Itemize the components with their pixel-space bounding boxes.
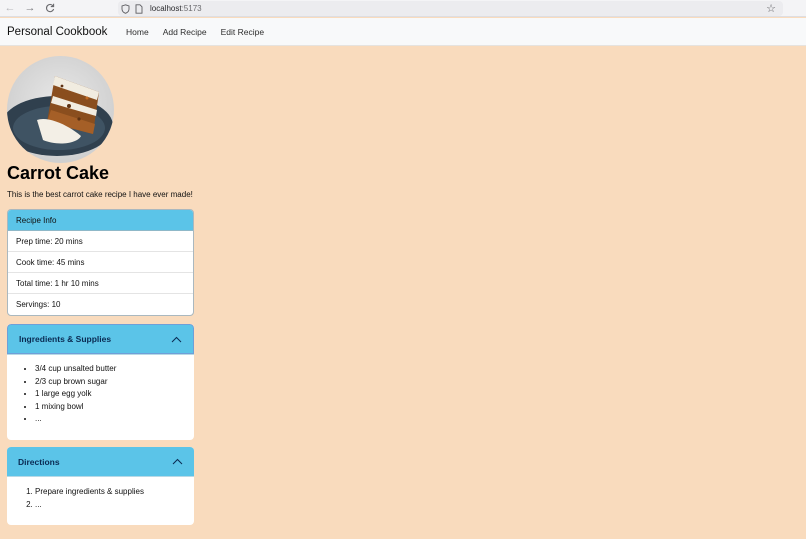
recipe-info-card: Recipe Info Prep time: 20 mins Cook time… xyxy=(7,209,194,316)
recipe-info-header: Recipe Info xyxy=(8,210,193,231)
ingredients-title: Ingredients & Supplies xyxy=(19,334,112,344)
list-item: ... xyxy=(35,413,194,426)
directions-accordion: Directions Prepare ingredients & supplie… xyxy=(7,447,194,525)
nav-link-edit-recipe[interactable]: Edit Recipe xyxy=(221,27,264,37)
app-navbar: Personal Cookbook Home Add Recipe Edit R… xyxy=(0,18,806,46)
directions-body: Prepare ingredients & supplies ... xyxy=(7,476,194,511)
list-item: 2/3 cup brown sugar xyxy=(35,376,194,389)
ingredients-accordion-toggle[interactable]: Ingredients & Supplies xyxy=(7,324,194,354)
forward-arrow-icon[interactable]: → xyxy=(20,0,40,17)
list-item: Prepare ingredients & supplies xyxy=(35,486,194,499)
back-arrow-icon[interactable]: ← xyxy=(0,0,20,17)
directions-list: Prepare ingredients & supplies ... xyxy=(35,486,194,511)
info-row-cook-time: Cook time: 45 mins xyxy=(8,252,193,273)
address-bar[interactable]: localhost:5173 ☆ xyxy=(118,1,783,16)
chevron-up-icon xyxy=(170,335,182,343)
recipe-title: Carrot Cake xyxy=(7,163,110,183)
nav-link-add-recipe[interactable]: Add Recipe xyxy=(163,27,207,37)
brand-title[interactable]: Personal Cookbook xyxy=(7,26,126,38)
info-row-servings: Servings: 10 xyxy=(16,300,61,309)
url-port: :5173 xyxy=(181,4,202,13)
info-row-total-time: Total time: 1 hr 10 mins xyxy=(8,273,193,294)
ingredients-list: 3/4 cup unsalted butter 2/3 cup brown su… xyxy=(35,363,194,426)
ingredients-accordion: Ingredients & Supplies 3/4 cup unsalted … xyxy=(7,324,194,440)
list-item: 1 large egg yolk xyxy=(35,388,194,401)
list-item: 3/4 cup unsalted butter xyxy=(35,363,194,376)
directions-title: Directions xyxy=(18,456,60,467)
reload-icon[interactable] xyxy=(40,0,60,17)
recipe-description: This is the best carrot cake recipe I ha… xyxy=(7,190,193,199)
list-item: ... xyxy=(35,499,194,512)
url-text: localhost:5173 xyxy=(150,4,202,13)
directions-accordion-toggle[interactable]: Directions xyxy=(7,447,194,476)
list-item: 1 mixing bowl xyxy=(35,401,194,414)
browser-toolbar: ← → localhost:5173 ☆ xyxy=(0,0,806,17)
shield-icon[interactable] xyxy=(118,1,132,16)
ingredients-body: 3/4 cup unsalted butter 2/3 cup brown su… xyxy=(7,354,194,426)
chevron-up-icon xyxy=(171,458,183,466)
bookmark-star-icon[interactable]: ☆ xyxy=(766,1,776,16)
nav-link-home[interactable]: Home xyxy=(126,27,149,37)
page-icon xyxy=(132,1,146,16)
info-row-prep-time: Prep time: 20 mins xyxy=(8,231,193,252)
recipe-image xyxy=(7,56,114,163)
url-host: localhost xyxy=(150,4,182,13)
